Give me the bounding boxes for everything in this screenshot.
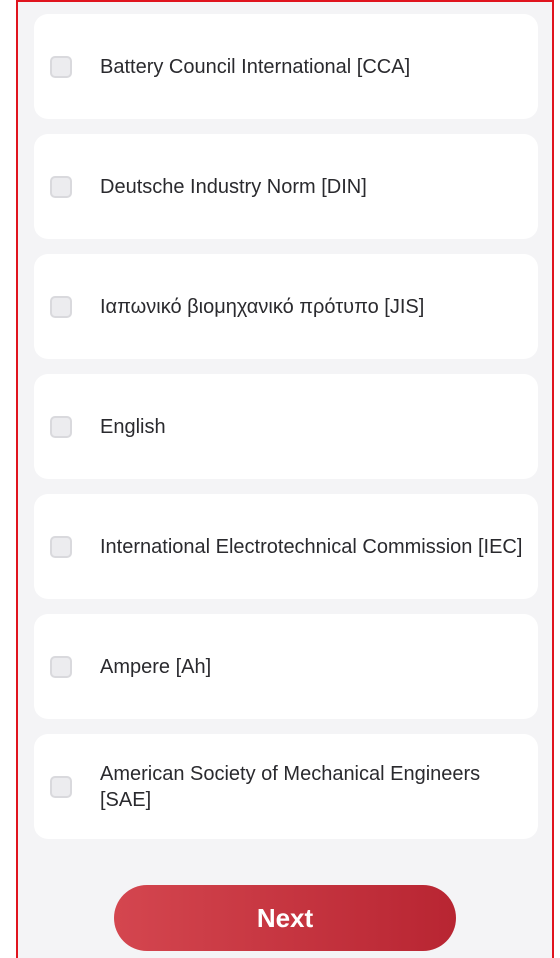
option-label: American Society of Mechanical Engineers… [100, 762, 481, 811]
checkbox[interactable] [50, 535, 72, 558]
option-label: English [100, 415, 166, 438]
option-label: Deutsche Industry Norm [DIN] [100, 175, 367, 198]
option-label: Ιαπωνικό βιομηχανικό πρότυπο [JIS] [100, 295, 425, 318]
option-ah[interactable]: Ampere [Ah] [34, 614, 538, 719]
next-button[interactable]: Next [114, 885, 456, 951]
option-label: Battery Council International [CCA] [100, 55, 411, 78]
checkbox[interactable] [50, 415, 72, 438]
checkbox[interactable] [50, 775, 72, 798]
option-cca[interactable]: Battery Council International [CCA] [34, 14, 538, 119]
screen-frame: Battery Council International [CCA] Deut… [16, 0, 554, 958]
checkbox[interactable] [50, 655, 72, 678]
option-din[interactable]: Deutsche Industry Norm [DIN] [34, 134, 538, 239]
option-label: Ampere [Ah] [100, 655, 212, 678]
option-label: International Electrotechnical Commissio… [100, 535, 523, 558]
option-iec[interactable]: International Electrotechnical Commissio… [34, 494, 538, 599]
checkbox[interactable] [50, 295, 72, 318]
option-sae[interactable]: American Society of Mechanical Engineers… [34, 734, 538, 839]
option-english[interactable]: English [34, 374, 538, 479]
option-jis[interactable]: Ιαπωνικό βιομηχανικό πρότυπο [JIS] [34, 254, 538, 359]
footer-actions: Next [18, 885, 552, 951]
option-list: Battery Council International [CCA] Deut… [34, 14, 538, 854]
checkbox[interactable] [50, 175, 72, 198]
checkbox[interactable] [50, 55, 72, 78]
